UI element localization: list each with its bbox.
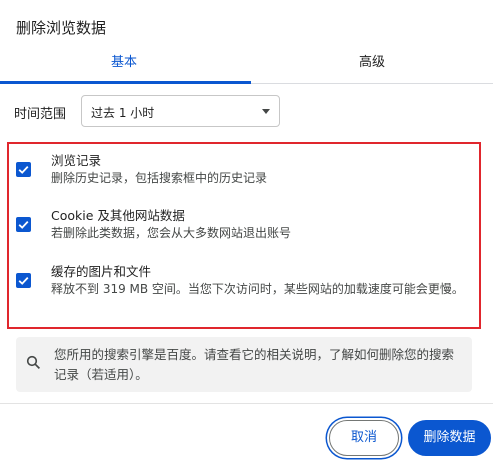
time-range-label: 时间范围	[14, 107, 67, 122]
checkbox-browsing-history[interactable]	[16, 162, 31, 177]
option-description: 若删除此类数据，您会从大多数网站退出账号	[51, 226, 292, 240]
checkbox-cached-files[interactable]	[16, 273, 31, 288]
checkbox-cookies[interactable]	[16, 217, 31, 232]
checkmark-icon	[18, 165, 29, 174]
checkmark-icon	[18, 276, 29, 285]
tab-advanced[interactable]: 高级	[251, 44, 493, 84]
option-title: 浏览记录	[51, 153, 102, 168]
search-icon	[26, 355, 41, 374]
delete-data-button[interactable]: 删除数据	[408, 420, 491, 456]
time-range-select[interactable]: 过去 1 小时	[81, 95, 280, 127]
option-description: 释放不到 319 MB 空间。当您下次访问时，某些网站的加载速度可能会更慢。	[51, 282, 464, 296]
checkmark-icon	[18, 220, 29, 229]
cancel-button[interactable]: 取消	[329, 420, 399, 456]
tab-bar: 基本 高级	[0, 44, 493, 84]
tab-basic[interactable]: 基本	[0, 44, 248, 84]
option-title: 缓存的图片和文件	[51, 264, 152, 279]
tab-selected-indicator	[0, 81, 251, 84]
dropdown-arrow-icon	[262, 109, 270, 114]
clear-browsing-data-dialog: 删除浏览数据 基本 高级 时间范围 过去 1 小时 浏览记录 删除历史记录，包括…	[0, 0, 493, 473]
option-description: 删除历史记录，包括搜索框中的历史记录	[51, 171, 268, 185]
option-title: Cookie 及其他网站数据	[51, 208, 185, 223]
search-engine-info-box: 您所用的搜索引擎是百度。请查看它的相关说明，了解如何删除您的搜索记录（若适用）。	[16, 337, 472, 392]
time-range-value: 过去 1 小时	[91, 106, 155, 120]
footer-divider	[0, 403, 493, 404]
dialog-title: 删除浏览数据	[16, 19, 107, 37]
search-engine-info-text: 您所用的搜索引擎是百度。请查看它的相关说明，了解如何删除您的搜索记录（若适用）。	[54, 347, 455, 382]
